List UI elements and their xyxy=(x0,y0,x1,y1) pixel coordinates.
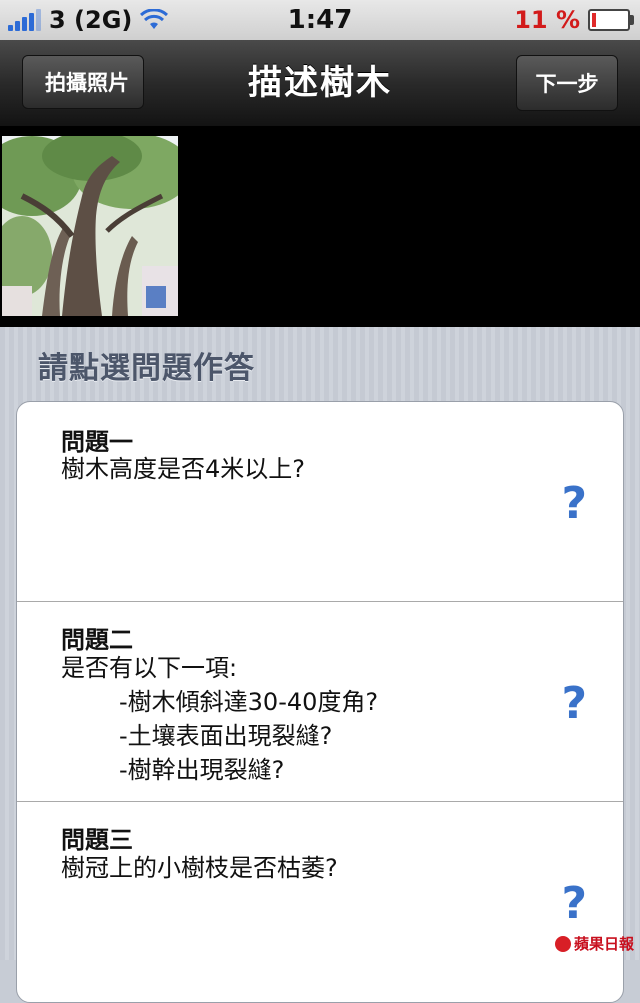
question-text: 樹冠上的小樹枝是否枯萎? xyxy=(61,851,338,885)
help-icon[interactable]: ? xyxy=(561,678,587,729)
question-line: -樹木傾斜達30-40度角? xyxy=(119,688,379,716)
question-title: 問題三 xyxy=(61,826,133,854)
question-text: 樹木高度是否4米以上? xyxy=(61,452,305,486)
status-bar: 3 (2G) 1:47 11 % xyxy=(0,0,640,40)
battery-percent: 11 % xyxy=(514,6,580,34)
status-right: 11 % xyxy=(514,0,634,40)
question-item-2[interactable]: 問題二 是否有以下一項: -樹木傾斜達30-40度角? -土壤表面出現裂縫? -… xyxy=(17,602,623,802)
help-icon[interactable]: ? xyxy=(561,878,587,929)
section-header: 請點選問題作答 xyxy=(38,351,255,386)
question-line: -樹幹出現裂縫? xyxy=(119,756,285,784)
help-icon[interactable]: ? xyxy=(561,478,587,529)
battery-fill xyxy=(592,13,596,27)
question-line: -土壤表面出現裂縫? xyxy=(119,722,333,750)
navigation-bar: 拍攝照片 描述樹木 下一步 xyxy=(0,40,640,127)
photo-strip xyxy=(0,127,640,327)
question-item-1[interactable]: 問題一 樹木高度是否4米以上? ? xyxy=(17,402,623,602)
next-button-label: 下一步 xyxy=(535,72,599,96)
tree-photo-thumbnail[interactable] xyxy=(2,136,178,316)
apple-daily-logo-icon xyxy=(554,935,571,952)
watermark: 蘋果日報 xyxy=(554,933,634,954)
question-list: 問題一 樹木高度是否4米以上? ? 問題二 是否有以下一項: -樹木傾斜達30-… xyxy=(16,401,624,1003)
battery-icon xyxy=(588,9,634,31)
question-text: 是否有以下一項: -樹木傾斜達30-40度角? -土壤表面出現裂縫? -樹幹出現… xyxy=(61,651,378,787)
question-item-3[interactable]: 問題三 樹冠上的小樹枝是否枯萎? ? xyxy=(17,802,623,1002)
watermark-text: 蘋果日報 xyxy=(573,935,634,953)
question-line: 是否有以下一項: xyxy=(61,654,238,682)
question-title: 問題二 xyxy=(61,626,133,654)
question-line: 樹冠上的小樹枝是否枯萎? xyxy=(61,854,338,882)
next-button[interactable]: 下一步 xyxy=(516,55,618,111)
back-button-label: 拍攝照片 xyxy=(45,71,129,95)
question-line: 樹木高度是否4米以上? xyxy=(61,455,306,483)
question-content: 請點選問題作答 問題一 樹木高度是否4米以上? ? 問題二 是否有以下一項: -… xyxy=(0,327,640,1003)
